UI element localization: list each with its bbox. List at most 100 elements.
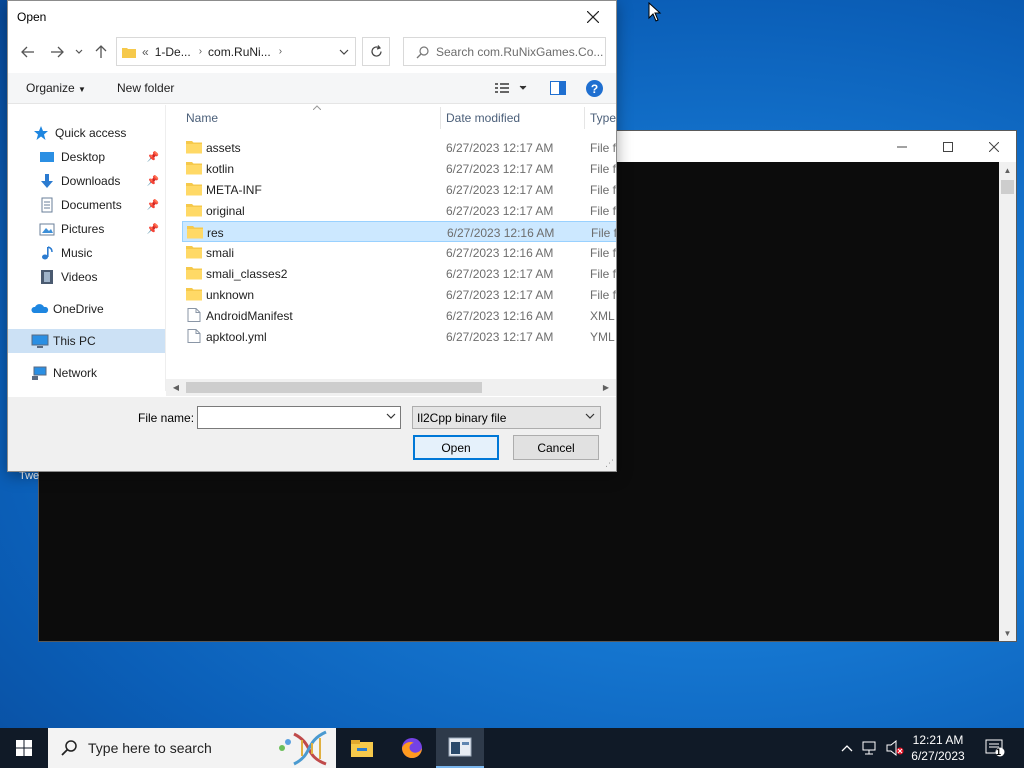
nav-videos[interactable]: Videos	[8, 265, 165, 289]
refresh-button[interactable]	[362, 37, 390, 66]
nav-downloads[interactable]: Downloads 📌	[8, 169, 165, 193]
scroll-up-icon[interactable]: ▲	[999, 162, 1016, 178]
nav-onedrive[interactable]: OneDrive	[8, 297, 165, 321]
system-clock[interactable]: 12:21 AM 6/27/2023	[906, 732, 970, 764]
column-header-type[interactable]: Type	[590, 105, 616, 131]
breadcrumb-item[interactable]: com.RuNi...	[208, 45, 271, 59]
nav-quick-access[interactable]: Quick access	[8, 121, 165, 145]
chevron-down-icon[interactable]	[386, 412, 396, 420]
dialog-footer: File name: Il2Cpp binary file Open Cance…	[8, 397, 616, 471]
notification-icon	[985, 739, 1005, 757]
file-row[interactable]: AndroidManifest 6/27/2023 12:16 AM XML	[182, 305, 616, 326]
file-name: smali	[206, 246, 235, 260]
file-date: 6/27/2023 12:17 AM	[446, 288, 554, 302]
pin-icon[interactable]: 📌	[147, 200, 159, 211]
file-date: 6/27/2023 12:17 AM	[446, 162, 554, 176]
nav-desktop[interactable]: Desktop 📌	[8, 145, 165, 169]
nav-pictures[interactable]: Pictures 📌	[8, 217, 165, 241]
firefox-taskbar-button[interactable]	[388, 728, 436, 768]
file-row[interactable]: unknown 6/27/2023 12:17 AM File fo	[182, 284, 616, 305]
file-type-select[interactable]: Il2Cpp binary file	[412, 406, 601, 429]
file-name: original	[206, 204, 245, 218]
scroll-right-icon[interactable]: ▶	[598, 379, 614, 396]
file-type: File fo	[590, 183, 616, 197]
pin-icon[interactable]: 📌	[147, 224, 159, 235]
console-taskbar-button[interactable]	[436, 728, 484, 768]
preview-pane-button[interactable]	[550, 81, 566, 98]
column-header-date[interactable]: Date modified	[446, 105, 520, 131]
nav-music[interactable]: Music	[8, 241, 165, 265]
file-type: YML	[590, 330, 615, 344]
search-box[interactable]: Search com.RuNixGames.Co...	[403, 37, 606, 66]
navigation-pane[interactable]: Quick access Desktop 📌 Downloads 📌 Docum…	[8, 105, 165, 391]
new-folder-button[interactable]: New folder	[117, 81, 174, 95]
file-row[interactable]: res 6/27/2023 12:16 AM File fo	[182, 221, 616, 242]
console-scrollbar[interactable]: ▲ ▼	[999, 162, 1016, 641]
scroll-down-icon[interactable]: ▼	[999, 625, 1016, 641]
show-hidden-icons-button[interactable]	[838, 728, 856, 768]
maximize-icon[interactable]	[925, 131, 971, 162]
file-name: META-INF	[206, 183, 262, 197]
desktop-icon	[39, 149, 55, 165]
view-options-button[interactable]	[495, 82, 529, 97]
nav-network[interactable]: Network	[8, 361, 165, 385]
action-center-button[interactable]: 1	[980, 728, 1010, 768]
file-icon	[187, 329, 201, 343]
file-date: 6/27/2023 12:17 AM	[446, 183, 554, 197]
open-button[interactable]: Open	[413, 435, 499, 460]
horizontal-scrollbar[interactable]: ◀ ▶	[166, 379, 616, 396]
file-row[interactable]: original 6/27/2023 12:17 AM File fo	[182, 200, 616, 221]
organize-button[interactable]: Organize ▼	[26, 81, 86, 95]
breadcrumb-item[interactable]: 1-De...	[155, 45, 191, 59]
recent-locations-button[interactable]	[71, 40, 87, 64]
up-button[interactable]	[90, 40, 112, 64]
scroll-thumb[interactable]	[1001, 180, 1014, 194]
file-explorer-icon	[351, 740, 373, 757]
column-header-name[interactable]: Name	[186, 105, 218, 131]
forward-button[interactable]	[46, 40, 68, 64]
file-row[interactable]: assets 6/27/2023 12:17 AM File fo	[182, 137, 616, 158]
chevron-right-icon[interactable]: ›	[279, 46, 282, 57]
arrow-up-icon	[95, 45, 107, 58]
file-row[interactable]: apktool.yml 6/27/2023 12:17 AM YML	[182, 326, 616, 347]
file-name: AndroidManifest	[206, 309, 293, 323]
volume-button[interactable]	[884, 728, 906, 768]
column-divider[interactable]	[584, 107, 585, 129]
file-row[interactable]: META-INF 6/27/2023 12:17 AM File fo	[182, 179, 616, 200]
breadcrumb-overflow[interactable]: «	[142, 45, 149, 59]
scroll-left-icon[interactable]: ◀	[168, 379, 184, 396]
file-row[interactable]: smali 6/27/2023 12:16 AM File fo	[182, 242, 616, 263]
minimize-icon[interactable]	[879, 131, 925, 162]
back-button[interactable]	[17, 40, 39, 64]
sort-ascending-icon	[313, 105, 321, 110]
file-row[interactable]: smali_classes2 6/27/2023 12:17 AM File fo	[182, 263, 616, 284]
command-bar: Organize ▼ New folder ?	[8, 73, 616, 104]
help-button[interactable]: ?	[586, 80, 603, 97]
file-type: File fo	[590, 162, 616, 176]
file-name: smali_classes2	[206, 267, 288, 281]
scroll-thumb[interactable]	[186, 382, 482, 393]
search-icon	[416, 45, 429, 58]
pin-icon[interactable]: 📌	[147, 176, 159, 187]
file-name-input[interactable]	[197, 406, 401, 429]
column-divider[interactable]	[440, 107, 441, 129]
nav-documents[interactable]: Documents 📌	[8, 193, 165, 217]
cancel-button[interactable]: Cancel	[513, 435, 599, 460]
chevron-right-icon[interactable]: ›	[199, 46, 202, 57]
network-status-button[interactable]	[860, 728, 882, 768]
nav-this-pc[interactable]: This PC	[8, 329, 165, 353]
file-explorer-taskbar-button[interactable]	[338, 728, 386, 768]
pin-icon[interactable]: 📌	[147, 152, 159, 163]
address-bar[interactable]: « 1-De... › com.RuNi... ›	[116, 37, 356, 66]
taskbar-search[interactable]: Type here to search	[48, 728, 336, 768]
start-button[interactable]	[0, 728, 48, 768]
chevron-down-icon[interactable]	[339, 49, 349, 55]
resize-grip-icon[interactable]: ⋰	[605, 458, 614, 469]
file-list[interactable]: Name Date modified Type assets 6/27/2023 …	[166, 105, 616, 379]
navigation-bar: « 1-De... › com.RuNi... › Search com.RuN…	[8, 34, 616, 70]
folder-icon	[186, 204, 202, 217]
film-icon	[39, 269, 55, 285]
file-row[interactable]: kotlin 6/27/2023 12:17 AM File fo	[182, 158, 616, 179]
close-icon[interactable]	[971, 131, 1017, 162]
dialog-close-button[interactable]	[570, 1, 616, 32]
